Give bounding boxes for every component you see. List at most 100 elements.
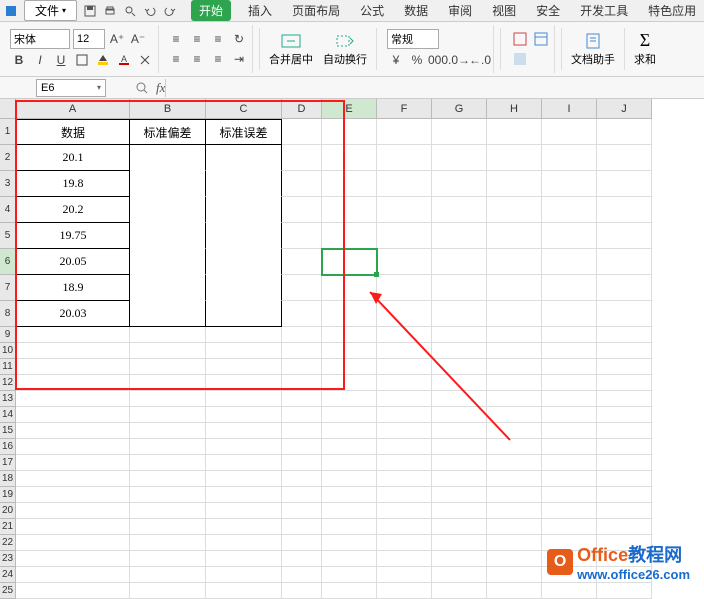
cell-D16[interactable] <box>282 439 322 455</box>
row-header-17[interactable]: 17 <box>0 455 16 471</box>
row-header-24[interactable]: 24 <box>0 567 16 583</box>
cell-B9[interactable] <box>130 327 206 343</box>
cell-A9[interactable] <box>16 327 130 343</box>
cell-H17[interactable] <box>487 455 542 471</box>
cell-E22[interactable] <box>322 535 377 551</box>
cell-A14[interactable] <box>16 407 130 423</box>
increase-decimal-icon[interactable]: .0→ <box>450 51 468 69</box>
cell-I18[interactable] <box>542 471 597 487</box>
cell-E4[interactable] <box>322 197 377 223</box>
cell-A4[interactable]: 20.2 <box>16 197 130 223</box>
cell-I5[interactable] <box>542 223 597 249</box>
tab-dev[interactable]: 开发工具 <box>577 0 631 21</box>
align-center-icon[interactable]: ≡ <box>188 50 206 68</box>
row-header-11[interactable]: 11 <box>0 359 16 375</box>
row-header-18[interactable]: 18 <box>0 471 16 487</box>
cell-J6[interactable] <box>597 249 652 275</box>
cell-J19[interactable] <box>597 487 652 503</box>
tab-view[interactable]: 视图 <box>489 0 519 21</box>
cell-H23[interactable] <box>487 551 542 567</box>
cell-E2[interactable] <box>322 145 377 171</box>
cell-C13[interactable] <box>206 391 282 407</box>
cell-A12[interactable] <box>16 375 130 391</box>
cell-D1[interactable] <box>282 119 322 145</box>
col-header-H[interactable]: H <box>487 99 542 119</box>
tab-special[interactable]: 特色应用 <box>645 0 699 21</box>
cell-C4[interactable] <box>206 197 282 223</box>
row-header-3[interactable]: 3 <box>0 171 16 197</box>
col-header-J[interactable]: J <box>597 99 652 119</box>
cell-J13[interactable] <box>597 391 652 407</box>
cell-E12[interactable] <box>322 375 377 391</box>
tab-formula[interactable]: 公式 <box>357 0 387 21</box>
cell-B7[interactable] <box>130 275 206 301</box>
tab-start[interactable]: 开始 <box>191 0 231 21</box>
cell-B10[interactable] <box>130 343 206 359</box>
tab-data[interactable]: 数据 <box>401 0 431 21</box>
align-right-icon[interactable]: ≡ <box>209 50 227 68</box>
name-box[interactable]: E6 ▾ <box>36 79 106 97</box>
merge-center-button[interactable]: 合并居中 <box>266 30 316 69</box>
cell-H10[interactable] <box>487 343 542 359</box>
cell-A13[interactable] <box>16 391 130 407</box>
cell-D3[interactable] <box>282 171 322 197</box>
cell-H9[interactable] <box>487 327 542 343</box>
cell-D7[interactable] <box>282 275 322 301</box>
cell-C20[interactable] <box>206 503 282 519</box>
tab-insert[interactable]: 插入 <box>245 0 275 21</box>
row-header-7[interactable]: 7 <box>0 275 16 301</box>
cell-A21[interactable] <box>16 519 130 535</box>
cond-format-icon[interactable] <box>511 30 529 48</box>
cell-B15[interactable] <box>130 423 206 439</box>
cell-F4[interactable] <box>377 197 432 223</box>
row-header-6[interactable]: 6 <box>0 249 16 275</box>
cell-D5[interactable] <box>282 223 322 249</box>
cell-D19[interactable] <box>282 487 322 503</box>
cell-D9[interactable] <box>282 327 322 343</box>
cell-F25[interactable] <box>377 583 432 599</box>
cell-A6[interactable]: 20.05 <box>16 249 130 275</box>
cell-A2[interactable]: 20.1 <box>16 145 130 171</box>
cell-J9[interactable] <box>597 327 652 343</box>
border-icon[interactable] <box>73 51 91 69</box>
cell-G10[interactable] <box>432 343 487 359</box>
cell-E14[interactable] <box>322 407 377 423</box>
orientation-icon[interactable]: ↻ <box>230 30 248 48</box>
cell-C2[interactable] <box>206 145 282 171</box>
italic-icon[interactable]: I <box>31 51 49 69</box>
cell-I15[interactable] <box>542 423 597 439</box>
cell-F2[interactable] <box>377 145 432 171</box>
cell-H19[interactable] <box>487 487 542 503</box>
tab-security[interactable]: 安全 <box>533 0 563 21</box>
cell-I17[interactable] <box>542 455 597 471</box>
number-format-select[interactable] <box>387 29 439 49</box>
cell-J4[interactable] <box>597 197 652 223</box>
cell-H21[interactable] <box>487 519 542 535</box>
cell-E5[interactable] <box>322 223 377 249</box>
cell-B3[interactable] <box>130 171 206 197</box>
font-name-input[interactable] <box>10 29 70 49</box>
file-menu[interactable]: 文件 ▾ <box>24 0 77 21</box>
cell-F8[interactable] <box>377 301 432 327</box>
cell-D24[interactable] <box>282 567 322 583</box>
cell-H4[interactable] <box>487 197 542 223</box>
cell-B20[interactable] <box>130 503 206 519</box>
cell-B25[interactable] <box>130 583 206 599</box>
tab-layout[interactable]: 页面布局 <box>289 0 343 21</box>
row-header-10[interactable]: 10 <box>0 343 16 359</box>
cell-D4[interactable] <box>282 197 322 223</box>
cell-F11[interactable] <box>377 359 432 375</box>
cell-B1[interactable]: 标准偏差 <box>130 119 206 145</box>
decrease-font-icon[interactable]: A⁻ <box>129 30 147 48</box>
align-middle-icon[interactable]: ≡ <box>188 30 206 48</box>
cell-C10[interactable] <box>206 343 282 359</box>
wrap-text-button[interactable]: 自动换行 <box>320 30 370 69</box>
font-color-icon[interactable]: A <box>115 51 133 69</box>
cell-A23[interactable] <box>16 551 130 567</box>
cell-I14[interactable] <box>542 407 597 423</box>
cell-A17[interactable] <box>16 455 130 471</box>
cell-F15[interactable] <box>377 423 432 439</box>
doc-helper-button[interactable]: 文档助手 <box>568 30 618 69</box>
cell-A1[interactable]: 数据 <box>16 119 130 145</box>
cell-J16[interactable] <box>597 439 652 455</box>
